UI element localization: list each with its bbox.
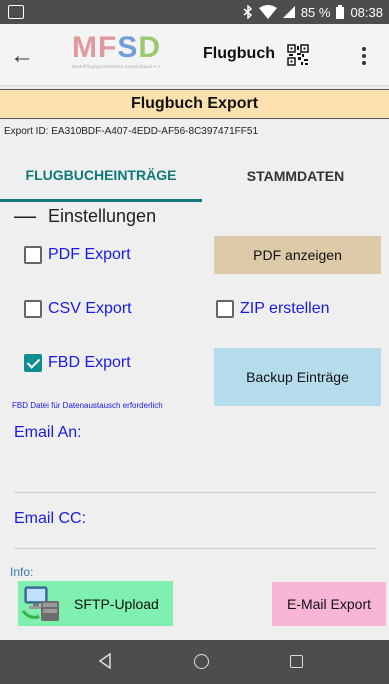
checkbox-icon[interactable]: [24, 246, 42, 264]
email-to-field[interactable]: [14, 492, 376, 493]
tab-stammdaten[interactable]: STAMMDATEN: [202, 150, 389, 202]
clock: 08:38: [350, 4, 383, 20]
mfsd-logo: MFSD Modellflugsportverband Deutschland …: [72, 32, 182, 78]
email-to-label: Email An:: [14, 424, 82, 441]
info-label: Info:: [10, 565, 34, 579]
fbd-export-checkbox[interactable]: FBD Export: [24, 354, 131, 372]
fbd-note: FBD Datei für Datenaustausch erforderlic…: [12, 401, 163, 410]
wifi-icon: [258, 5, 277, 19]
status-bar: 85 % 08:38: [0, 0, 389, 24]
backup-entries-button[interactable]: Backup Einträge: [214, 348, 381, 406]
tab-flugbucheintraege[interactable]: FLUGBUCHEINTRÄGE: [0, 150, 202, 202]
status-icons: 85 % 08:38: [243, 4, 383, 20]
pdf-export-label: PDF Export: [48, 246, 131, 263]
export-id: Export ID: EA310BDF-A407-4EDD-AF56-8C397…: [4, 126, 259, 137]
nav-recent-apps-icon[interactable]: [290, 655, 303, 668]
zip-create-label: ZIP erstellen: [240, 300, 330, 317]
zip-create-checkbox[interactable]: ZIP erstellen: [216, 300, 330, 318]
checkbox-checked-icon[interactable]: [24, 354, 42, 372]
email-cc-label: Email CC:: [14, 510, 87, 527]
image-icon: [8, 5, 24, 19]
app-title: Flugbuch: [203, 45, 275, 62]
checkbox-icon[interactable]: [24, 300, 42, 318]
nav-back-icon[interactable]: [98, 653, 112, 669]
app-bar: ← MFSD Modellflugsportverband Deutschlan…: [0, 24, 389, 86]
email-export-button[interactable]: E-Mail Export: [272, 582, 386, 626]
more-vert-icon[interactable]: [356, 44, 372, 68]
sftp-upload-label: SFTP-Upload: [74, 595, 159, 612]
settings-header[interactable]: — Einstellungen: [14, 203, 156, 229]
computer-network-icon: [21, 586, 59, 621]
csv-export-checkbox[interactable]: CSV Export: [24, 300, 132, 318]
qr-code-icon[interactable]: [287, 44, 309, 66]
battery-icon: [336, 5, 345, 19]
pdf-export-checkbox[interactable]: PDF Export: [24, 246, 131, 264]
signal-icon: [282, 6, 295, 18]
nav-home-icon[interactable]: [194, 654, 209, 669]
csv-export-label: CSV Export: [48, 300, 132, 317]
pdf-show-button[interactable]: PDF anzeigen: [214, 236, 381, 274]
checkbox-icon[interactable]: [216, 300, 234, 318]
fbd-export-label: FBD Export: [48, 354, 131, 371]
logo-subtitle: Modellflugsportverband Deutschland e.V.: [72, 64, 162, 69]
back-arrow-icon[interactable]: ←: [8, 42, 36, 70]
collapse-icon[interactable]: —: [14, 205, 36, 227]
battery-percent: 85 %: [300, 4, 331, 20]
page-title: Flugbuch Export: [0, 89, 389, 119]
tab-bar: FLUGBUCHEINTRÄGE STAMMDATEN: [0, 150, 389, 202]
bluetooth-icon: [243, 5, 252, 19]
sftp-upload-button[interactable]: SFTP-Upload: [18, 581, 173, 626]
settings-header-label: Einstellungen: [48, 205, 157, 226]
email-cc-field[interactable]: [14, 548, 376, 549]
navigation-bar: [0, 640, 389, 684]
